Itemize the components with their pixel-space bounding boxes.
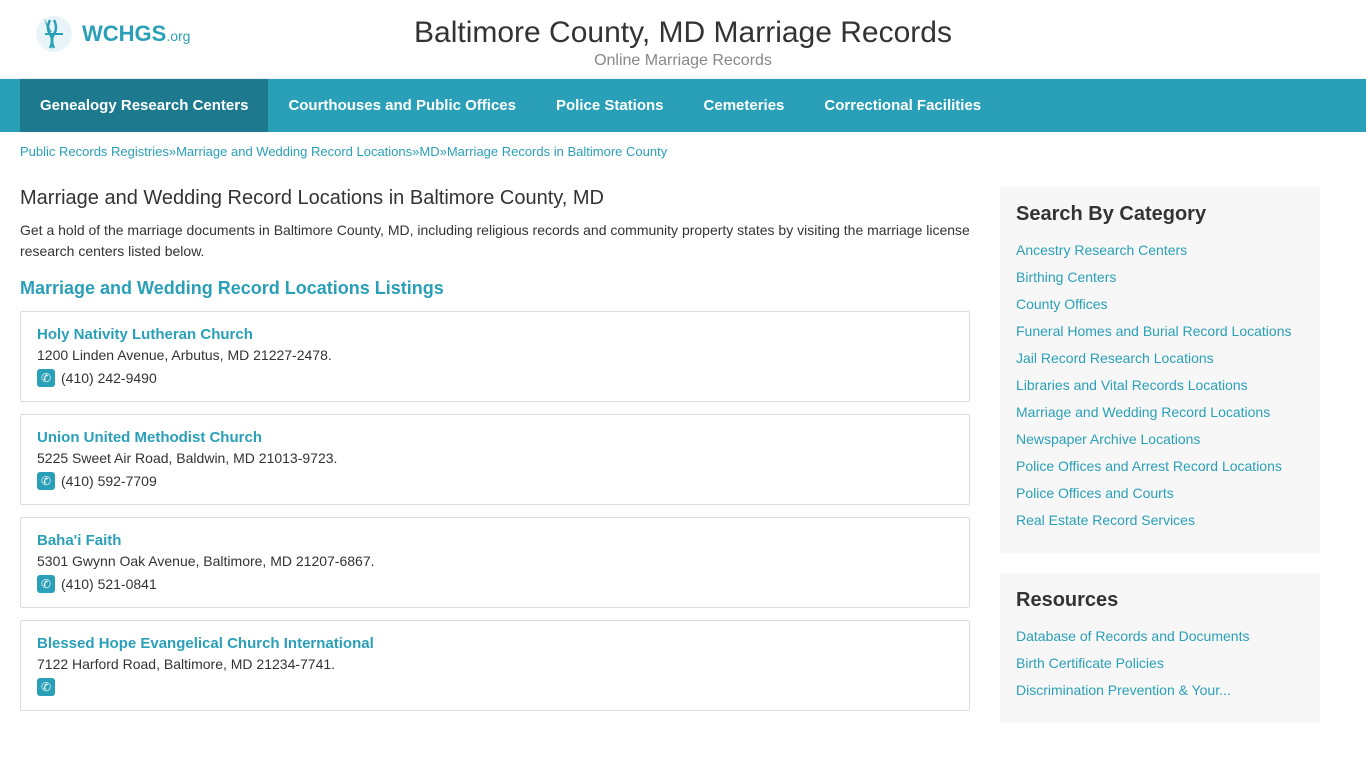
sidebar-link-jail[interactable]: Jail Record Research Locations	[1016, 348, 1304, 369]
phone-number: (410) 592-7709	[61, 473, 157, 489]
search-by-category-section: Search By Category Ancestry Research Cen…	[1000, 187, 1320, 553]
sidebar-link-marriage[interactable]: Marriage and Wedding Record Locations	[1016, 402, 1304, 423]
page-description: Get a hold of the marriage documents in …	[20, 220, 970, 262]
sidebar-link-database[interactable]: Database of Records and Documents	[1016, 626, 1304, 647]
breadcrumb-link-1[interactable]: Public Records Registries	[20, 144, 169, 159]
breadcrumb-link-2[interactable]: Marriage and Wedding Record Locations	[176, 144, 412, 159]
content-area: Marriage and Wedding Record Locations in…	[20, 171, 1000, 743]
sidebar-link-ancestry[interactable]: Ancestry Research Centers	[1016, 240, 1304, 261]
sidebar-link-newspaper[interactable]: Newspaper Archive Locations	[1016, 429, 1304, 450]
sidebar-link-real-estate[interactable]: Real Estate Record Services	[1016, 510, 1304, 531]
location-card: Baha'i Faith 5301 Gwynn Oak Avenue, Balt…	[20, 517, 970, 608]
sidebar-link-county[interactable]: County Offices	[1016, 294, 1304, 315]
location-phone: ✆	[37, 678, 953, 696]
sidebar-link-birthing[interactable]: Birthing Centers	[1016, 267, 1304, 288]
breadcrumb-link-3[interactable]: MD	[419, 144, 439, 159]
nav-item-genealogy[interactable]: Genealogy Research Centers	[20, 79, 268, 132]
location-name[interactable]: Union United Methodist Church	[37, 429, 953, 446]
sidebar-link-funeral[interactable]: Funeral Homes and Burial Record Location…	[1016, 321, 1304, 342]
sidebar-link-libraries[interactable]: Libraries and Vital Records Locations	[1016, 375, 1304, 396]
location-phone: ✆ (410) 592-7709	[37, 472, 953, 490]
location-name[interactable]: Holy Nativity Lutheran Church	[37, 326, 953, 343]
main-layout: Marriage and Wedding Record Locations in…	[0, 171, 1366, 743]
location-card: Holy Nativity Lutheran Church 1200 Linde…	[20, 311, 970, 402]
logo-icon	[30, 10, 78, 58]
sidebar-link-police-arrest[interactable]: Police Offices and Arrest Record Locatio…	[1016, 456, 1304, 477]
listings-heading: Marriage and Wedding Record Locations Li…	[20, 278, 970, 299]
location-phone: ✆ (410) 242-9490	[37, 369, 953, 387]
sidebar-link-birth-cert[interactable]: Birth Certificate Policies	[1016, 653, 1304, 674]
site-subtitle: Online Marriage Records	[594, 52, 772, 70]
breadcrumb: Public Records Registries»Marriage and W…	[0, 132, 1366, 171]
search-by-category-title: Search By Category	[1016, 203, 1304, 226]
location-card: Union United Methodist Church 5225 Sweet…	[20, 414, 970, 505]
nav-item-correctional[interactable]: Correctional Facilities	[804, 79, 1001, 132]
phone-icon: ✆	[37, 575, 55, 593]
phone-icon: ✆	[37, 678, 55, 696]
phone-icon: ✆	[37, 472, 55, 490]
location-address: 5301 Gwynn Oak Avenue, Baltimore, MD 212…	[37, 553, 953, 569]
sidebar-link-police-courts[interactable]: Police Offices and Courts	[1016, 483, 1304, 504]
sidebar-link-discrimination[interactable]: Discrimination Prevention & Your...	[1016, 680, 1304, 701]
logo-text: WCHGS.org	[82, 21, 190, 47]
location-name[interactable]: Blessed Hope Evangelical Church Internat…	[37, 635, 953, 652]
phone-number: (410) 521-0841	[61, 576, 157, 592]
nav-item-courthouses[interactable]: Courthouses and Public Offices	[268, 79, 536, 132]
site-title: Baltimore County, MD Marriage Records	[414, 16, 952, 50]
logo-area[interactable]: WCHGS.org	[30, 10, 190, 58]
main-nav: Genealogy Research Centers Courthouses a…	[0, 79, 1366, 132]
location-address: 1200 Linden Avenue, Arbutus, MD 21227-24…	[37, 347, 953, 363]
resources-title: Resources	[1016, 589, 1304, 612]
location-address: 7122 Harford Road, Baltimore, MD 21234-7…	[37, 656, 953, 672]
location-phone: ✆ (410) 521-0841	[37, 575, 953, 593]
page-heading: Marriage and Wedding Record Locations in…	[20, 187, 970, 210]
phone-icon: ✆	[37, 369, 55, 387]
location-name[interactable]: Baha'i Faith	[37, 532, 953, 549]
site-header: WCHGS.org Baltimore County, MD Marriage …	[0, 0, 1366, 79]
nav-item-police[interactable]: Police Stations	[536, 79, 684, 132]
sidebar: Search By Category Ancestry Research Cen…	[1000, 171, 1320, 743]
nav-item-cemeteries[interactable]: Cemeteries	[684, 79, 805, 132]
breadcrumb-link-4[interactable]: Marriage Records in Baltimore County	[447, 144, 667, 159]
phone-number: (410) 242-9490	[61, 370, 157, 386]
resources-section: Resources Database of Records and Docume…	[1000, 573, 1320, 723]
location-address: 5225 Sweet Air Road, Baldwin, MD 21013-9…	[37, 450, 953, 466]
location-card: Blessed Hope Evangelical Church Internat…	[20, 620, 970, 711]
